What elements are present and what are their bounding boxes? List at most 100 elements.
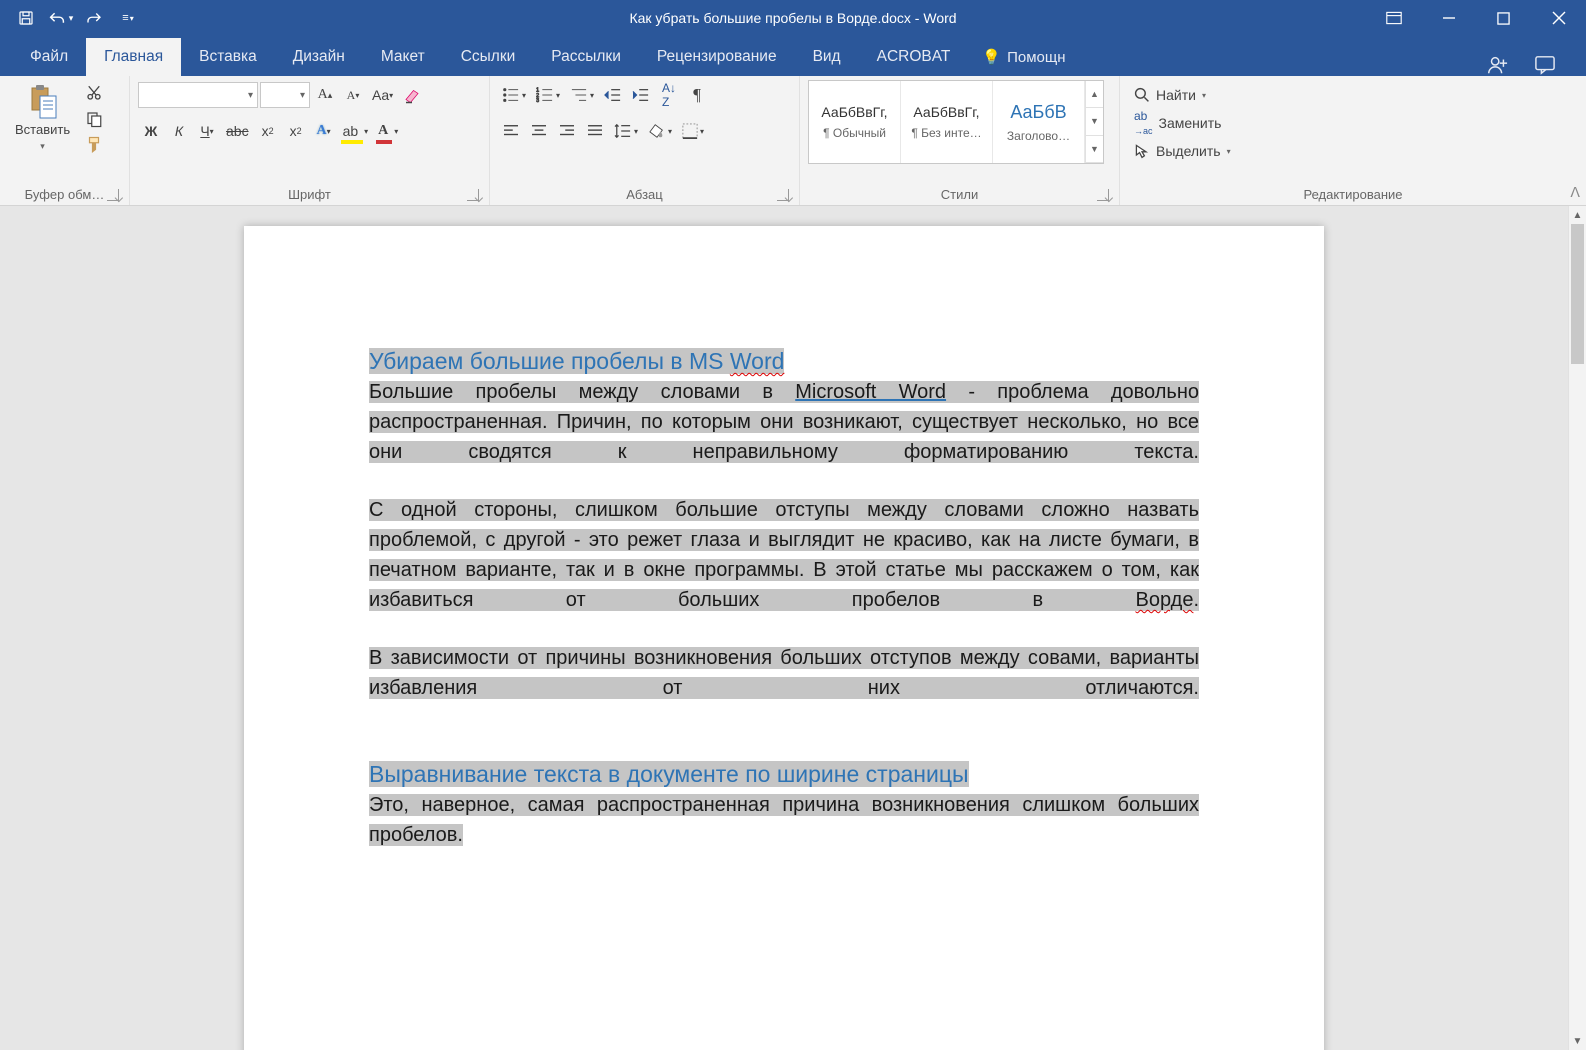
window-controls [1366, 0, 1586, 36]
strike-button[interactable]: abc [222, 118, 253, 144]
maximize-button[interactable] [1476, 0, 1531, 36]
tab-design[interactable]: Дизайн [275, 38, 363, 76]
tab-mailings[interactable]: Рассылки [533, 38, 639, 76]
subscript-button[interactable]: x2 [255, 118, 281, 144]
tab-review[interactable]: Рецензирование [639, 38, 795, 76]
group-font: ▾ ▾ A▴ A▾ Aa ▾ Ж К Ч ▾ abc x2 x2 A ▾ ab … [130, 76, 490, 205]
cut-button[interactable] [81, 80, 107, 106]
doc-heading2[interactable]: Выравнивание текста в документе по ширин… [369, 759, 1199, 790]
borders-button[interactable]: ▾ [678, 118, 708, 144]
scroll-down[interactable]: ▼ [1569, 1032, 1586, 1050]
group-clipboard-label: Буфер обм… [25, 187, 105, 202]
multilevel-button[interactable]: ▾ [566, 82, 598, 108]
doc-para1[interactable]: Большие пробелы между словами в Microsof… [369, 377, 1199, 467]
undo-button[interactable]: ▾ [44, 3, 76, 33]
font-dialog-launcher[interactable] [467, 189, 479, 201]
group-font-label: Шрифт [288, 187, 331, 202]
titlebar: ▾ ≡▾ Как убрать большие пробелы в Ворде.… [0, 0, 1586, 36]
increase-indent-button[interactable] [628, 82, 654, 108]
ribbon: Вставить▾ Буфер обм… ▾ ▾ A▴ A▾ Aa ▾ Ж К [0, 76, 1586, 206]
svg-text:3: 3 [536, 98, 539, 103]
bold-button[interactable]: Ж [138, 118, 164, 144]
styles-down[interactable]: ▼ [1085, 108, 1103, 135]
doc-para4[interactable]: Это, наверное, самая распространенная пр… [369, 790, 1199, 850]
doc-para2[interactable]: С одной стороны, слишком большие отступы… [369, 495, 1199, 615]
minimize-button[interactable] [1421, 0, 1476, 36]
styles-scroll: ▲ ▼ ▼ [1085, 81, 1103, 163]
document-area[interactable]: Убираем большие пробелы в MS Word Больши… [0, 206, 1568, 1050]
superscript-button[interactable]: x2 [283, 118, 309, 144]
numbering-button[interactable]: 123▾ [532, 82, 564, 108]
collapse-ribbon-button[interactable]: ᐱ [1570, 184, 1580, 201]
group-para-label: Абзац [626, 187, 662, 202]
styles-up[interactable]: ▲ [1085, 81, 1103, 108]
page: Убираем большие пробелы в MS Word Больши… [244, 226, 1324, 1050]
copy-button[interactable] [81, 106, 107, 132]
tab-layout[interactable]: Макет [363, 38, 443, 76]
scroll-up[interactable]: ▲ [1569, 206, 1586, 224]
line-spacing-button[interactable]: ▾ [610, 118, 642, 144]
qat-customize[interactable]: ≡▾ [112, 3, 144, 33]
grow-font-button[interactable]: A▴ [312, 82, 338, 108]
styles-more[interactable]: ▼ [1085, 136, 1103, 163]
replace-button[interactable]: ab→acЗаменить [1128, 110, 1237, 136]
ribbon-display-button[interactable] [1366, 0, 1421, 36]
font-color-button[interactable]: A ▾ [374, 118, 402, 144]
align-center-button[interactable] [526, 118, 552, 144]
clear-format-button[interactable] [399, 82, 425, 108]
redo-button[interactable] [78, 3, 110, 33]
comments-icon[interactable] [1534, 55, 1556, 75]
para-dialog-launcher[interactable] [777, 189, 789, 201]
change-case-button[interactable]: Aa ▾ [368, 82, 397, 108]
style-normal[interactable]: АаБбВвГг, ¶ Обычный [809, 81, 901, 163]
group-paragraph: ▾ 123▾ ▾ A↓Z ¶ ▾ ▾ ▾ Абзац [490, 76, 800, 205]
align-left-button[interactable] [498, 118, 524, 144]
group-styles-label: Стили [941, 187, 978, 202]
text-effects-button[interactable]: A ▾ [311, 118, 337, 144]
underline-button[interactable]: Ч ▾ [194, 118, 220, 144]
shading-button[interactable]: ▾ [644, 118, 676, 144]
find-button[interactable]: Найти ▾ [1128, 82, 1237, 108]
tab-insert[interactable]: Вставка [181, 38, 275, 76]
scroll-thumb[interactable] [1571, 224, 1584, 364]
tab-references[interactable]: Ссылки [443, 38, 534, 76]
doc-para3[interactable]: В зависимости от причины возникновения б… [369, 643, 1199, 703]
sort-button[interactable]: A↓Z [656, 82, 682, 108]
align-right-button[interactable] [554, 118, 580, 144]
quick-access-toolbar: ▾ ≡▾ [0, 3, 144, 33]
tab-view[interactable]: Вид [795, 38, 859, 76]
bullets-button[interactable]: ▾ [498, 82, 530, 108]
format-painter-button[interactable] [81, 132, 107, 158]
select-button[interactable]: Выделить ▾ [1128, 138, 1237, 164]
window-title: Как убрать большие пробелы в Ворде.docx … [629, 10, 956, 26]
pilcrow-button[interactable]: ¶ [684, 82, 710, 108]
ribbon-tabs: Файл Главная Вставка Дизайн Макет Ссылки… [0, 36, 1586, 76]
tab-file[interactable]: Файл [12, 38, 86, 76]
group-editing: Найти ▾ ab→acЗаменить Выделить ▾ Редакти… [1120, 76, 1586, 205]
tab-home[interactable]: Главная [86, 38, 181, 76]
tell-me-label: Помощн [1007, 49, 1065, 66]
doc-heading1[interactable]: Убираем большие пробелы в MS Word [369, 346, 1199, 377]
group-editing-label: Редактирование [1303, 187, 1402, 202]
style-nospacing[interactable]: АаБбВвГг, ¶ Без инте… [901, 81, 993, 163]
save-button[interactable] [10, 3, 42, 33]
shrink-font-button[interactable]: A▾ [340, 82, 366, 108]
scroll-track[interactable] [1569, 224, 1586, 1032]
vertical-scrollbar[interactable]: ▲ ▼ [1568, 206, 1586, 1050]
share-icon[interactable] [1486, 54, 1508, 76]
group-styles: АаБбВвГг, ¶ Обычный АаБбВвГг, ¶ Без инте… [800, 76, 1120, 205]
tell-me[interactable]: 💡Помощн [968, 38, 1079, 76]
justify-button[interactable] [582, 118, 608, 144]
font-size-combo[interactable]: ▾ [260, 82, 310, 108]
clipboard-dialog-launcher[interactable] [107, 189, 119, 201]
font-name-combo[interactable]: ▾ [138, 82, 258, 108]
tab-acrobat[interactable]: ACROBAT [859, 38, 969, 76]
paste-label: Вставить [15, 122, 70, 137]
style-heading1[interactable]: АаБбВ Заголово… [993, 81, 1085, 163]
italic-button[interactable]: К [166, 118, 192, 144]
highlight-button[interactable]: ab ▾ [339, 118, 373, 144]
decrease-indent-button[interactable] [600, 82, 626, 108]
close-button[interactable] [1531, 0, 1586, 36]
styles-dialog-launcher[interactable] [1097, 189, 1109, 201]
paste-button[interactable]: Вставить▾ [8, 80, 77, 158]
